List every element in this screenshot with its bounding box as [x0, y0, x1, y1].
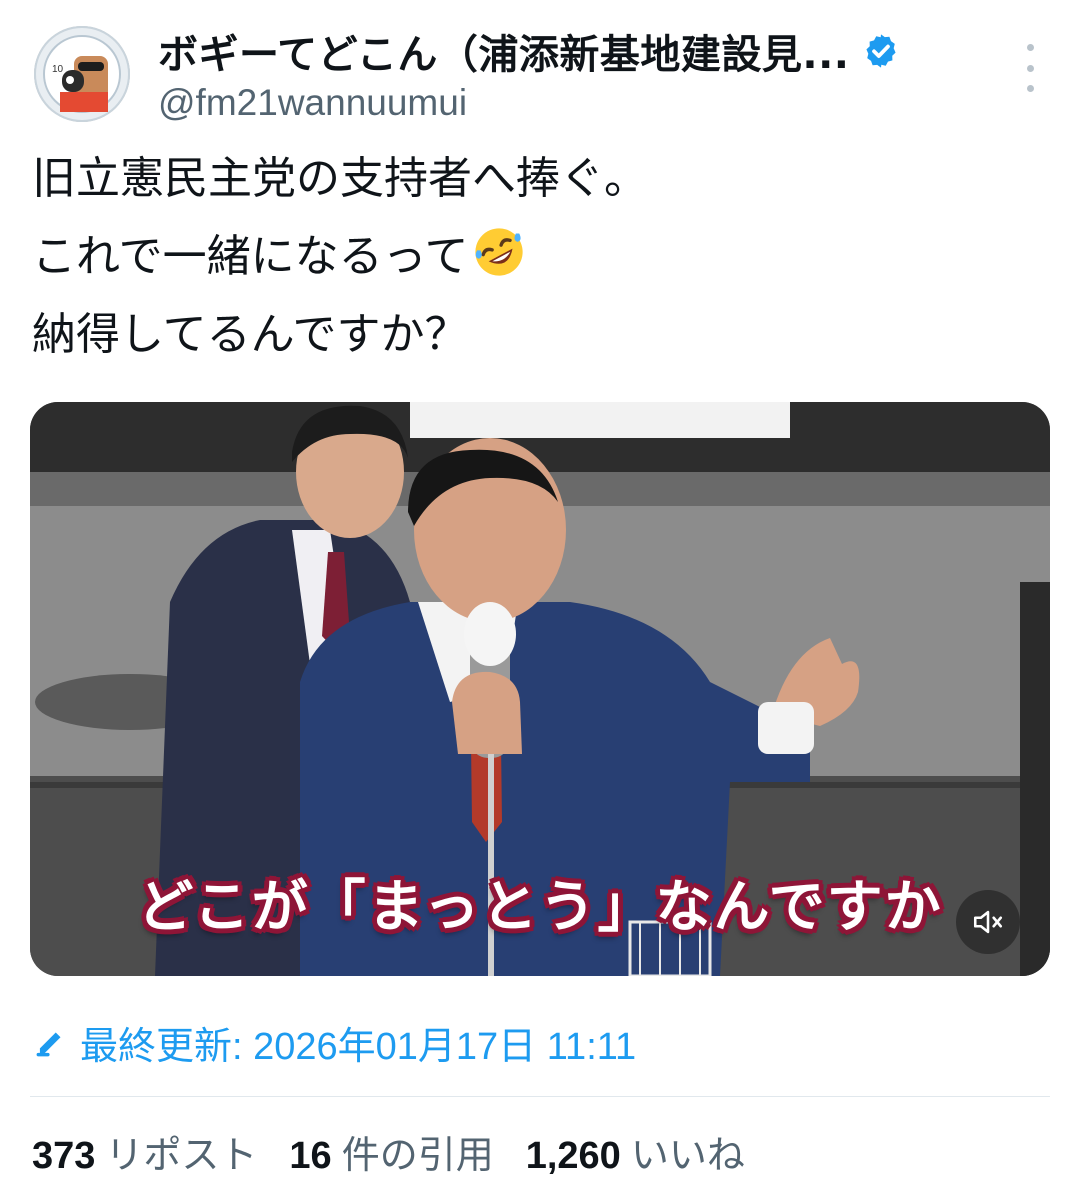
speaker-muted-icon[interactable]	[956, 890, 1020, 954]
quotes-stat[interactable]: 16 件の引用	[289, 1124, 493, 1179]
likes-label: いいね	[630, 1135, 745, 1177]
tweet-line: 旧立憲民主党の支持者へ捧ぐ。	[32, 153, 648, 204]
tweet-line: これで一緒になるって	[32, 231, 469, 282]
last-updated[interactable]: 最終更新: 2026年01月17日 11:11	[32, 1012, 636, 1072]
svg-text:10: 10	[52, 64, 64, 75]
user-avatar-icon[interactable]: 10	[34, 26, 130, 122]
engagement-stats: 373 リポスト 16 件の引用 1,260 いいね	[32, 1124, 777, 1179]
author-display-name[interactable]: ボギーてどこん（浦添新基地建設見...	[158, 22, 850, 80]
verified-badge-icon	[865, 34, 896, 68]
tweet-line: 納得してるんですか？	[32, 309, 469, 360]
tweet-line-with-emoji: これで一緒になるって	[32, 218, 1042, 296]
author-name-row[interactable]: ボギーてどこん（浦添新基地建設見...	[158, 22, 900, 80]
quotes-count: 16	[289, 1135, 332, 1177]
more-options-icon[interactable]	[1016, 44, 1044, 92]
quotes-label: 件の引用	[341, 1135, 494, 1177]
last-updated-text[interactable]: 最終更新: 2026年01月17日 11:11	[80, 1015, 636, 1070]
tweet-text: 旧立憲民主党の支持者へ捧ぐ。 これで一緒になるって 納得してるんですか？	[32, 140, 1042, 374]
divider	[30, 1096, 1050, 1097]
tweet-header: 10 ボギーてどこん（浦添新基地建設見... @fm21wannuumui	[0, 0, 1080, 130]
likes-stat[interactable]: 1,260 いいね	[526, 1124, 745, 1179]
author-handle[interactable]: @fm21wannuumui	[158, 82, 467, 124]
reposts-stat[interactable]: 373 リポスト	[32, 1124, 257, 1179]
pencil-icon	[36, 1032, 61, 1057]
reposts-label: リポスト	[105, 1135, 258, 1177]
reposts-count: 373	[32, 1135, 96, 1177]
likes-count: 1,260	[525, 1135, 621, 1177]
rolling-on-the-floor-laughing-emoji	[475, 228, 524, 276]
video-caption: どこが「まっとう」なんですか	[137, 875, 943, 940]
